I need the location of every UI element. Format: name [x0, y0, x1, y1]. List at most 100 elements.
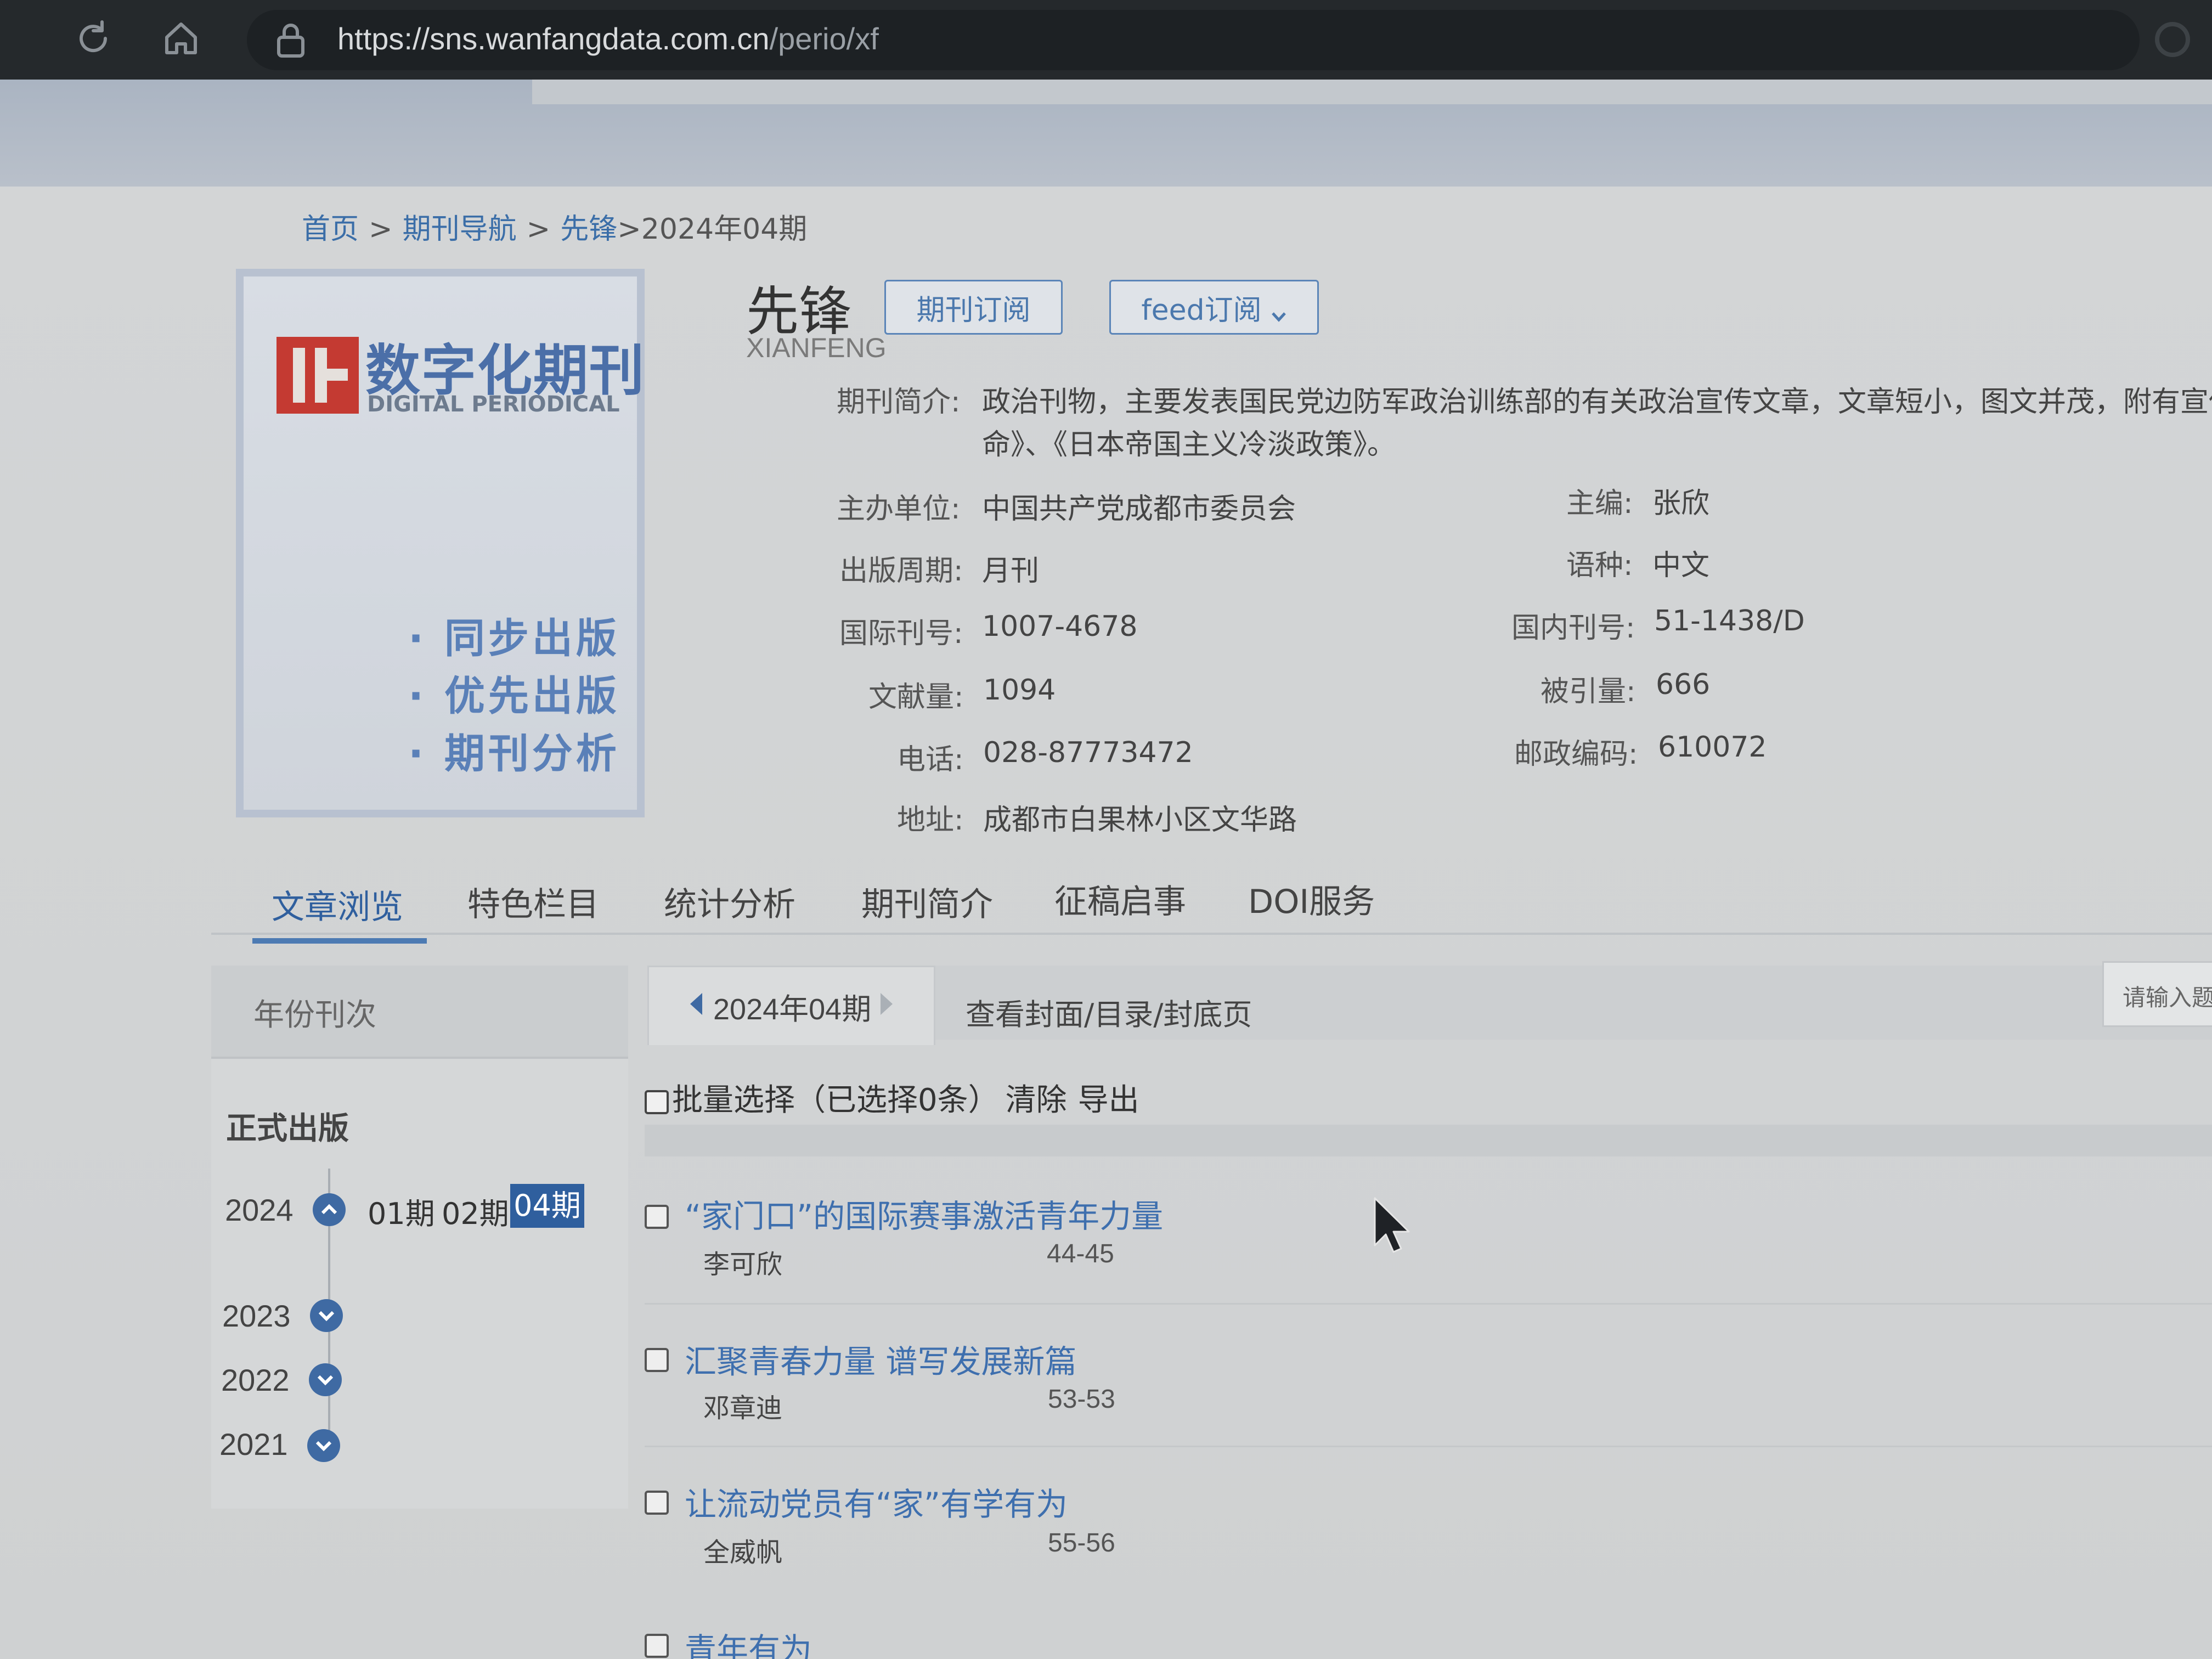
chevron-down-icon [1271, 299, 1287, 322]
article-title[interactable]: 让流动党员有“家”有学有为 [685, 1479, 1068, 1525]
tab-call-for-papers[interactable]: 征稿启事 [1054, 875, 1186, 923]
language-label: 语种: [1566, 549, 1633, 582]
tab-doi-service[interactable]: DOI服务 [1248, 875, 1375, 923]
frequency-label: 出版周期: [839, 555, 963, 588]
previous-issue-icon[interactable] [690, 993, 702, 1015]
address-value: 成都市白果林小区文华路 [983, 804, 1297, 837]
mouse-cursor-icon [1372, 1196, 1415, 1256]
intro-text-line1: 政治刊物，主要发表国民党边防军政治训练部的有关政治宣传文章，文章短小，图文并茂，… [982, 386, 2212, 419]
url-text[interactable]: https://sns.wanfangdata.com.cn/perio/xf [337, 21, 879, 57]
tab-featured-columns[interactable]: 特色栏目 [467, 878, 599, 926]
docs-value: 1094 [983, 674, 1056, 707]
list-item: 汇聚青春力量 谱写发展新篇 邓章迪 53-53 [642, 1336, 2212, 1479]
tabs-divider [211, 933, 2212, 935]
current-issue-label: 2024年04期 [713, 993, 872, 1026]
breadcrumb-home[interactable]: 首页 [302, 213, 359, 246]
chevron-up-icon[interactable] [313, 1193, 346, 1226]
frequency-value: 月刊 [982, 555, 1040, 588]
year-2022[interactable]: 2022 [221, 1362, 290, 1398]
intro-text-line2: 命》、《日本帝国主义冷淡政策》。 [982, 428, 1396, 461]
postcode-label: 邮政编码: [1514, 738, 1638, 771]
issn-label: 国际刊号: [839, 617, 963, 650]
article-author[interactable]: 邓章迪 [703, 1386, 782, 1425]
issue-04-selected[interactable]: 04期 [510, 1184, 584, 1228]
address-label: 地址: [897, 804, 964, 837]
cover-feature: · 优先出版 [408, 673, 620, 720]
feed-label: feed订阅 [1141, 294, 1262, 327]
export-button[interactable]: 导出 [1078, 1082, 1139, 1118]
chevron-down-icon[interactable] [307, 1429, 340, 1462]
article-checkbox[interactable] [645, 1634, 669, 1658]
docs-label: 文献量: [868, 681, 964, 714]
postcode-value: 610072 [1658, 731, 1767, 764]
sidebar-title: 年份刊次 [253, 997, 376, 1033]
tab-statistics[interactable]: 统计分析 [664, 878, 795, 926]
lock-icon[interactable] [274, 21, 307, 59]
active-tab-indicator [252, 938, 427, 944]
sponsor-label: 主办单位: [837, 493, 961, 526]
feed-subscribe-button[interactable]: feed订阅 [1109, 280, 1319, 335]
article-checkbox[interactable] [645, 1491, 669, 1515]
phone-value: 028-87773472 [983, 736, 1193, 769]
editor-label: 主编: [1566, 487, 1633, 520]
url-host: https://sns.wanfangdata.com.cn [337, 21, 770, 56]
language-value: 中文 [1652, 549, 1710, 582]
issn-value: 1007-4678 [982, 610, 1138, 643]
issue-02[interactable]: 02期 [442, 1189, 509, 1233]
breadcrumb-journal[interactable]: 先锋 [560, 213, 617, 246]
breadcrumb-journal-nav[interactable]: 期刊导航 [403, 213, 517, 246]
batch-select-checkbox[interactable] [645, 1090, 669, 1114]
breadcrumb: 首页 > 期刊导航 > 先锋>2024年04期 [302, 206, 807, 247]
journal-pinyin: XIANFENG [746, 332, 887, 363]
issue-01[interactable]: 01期 [368, 1189, 435, 1233]
journal-subscribe-button[interactable]: 期刊订阅 [884, 280, 1063, 335]
digital-periodical-logo-icon [276, 337, 359, 414]
next-issue-icon[interactable] [881, 993, 893, 1015]
year-2024[interactable]: 2024 [225, 1192, 294, 1228]
article-divider [645, 1303, 2212, 1305]
search-input[interactable]: 请输入题 [2102, 961, 2212, 1027]
article-divider [645, 1446, 2212, 1447]
clear-button[interactable]: 清除 [1006, 1082, 1067, 1118]
list-item: “家门口”的国际赛事激活青年力量 李可欣 44-45 [642, 1190, 2212, 1333]
article-pages: 44-45 [1047, 1239, 1114, 1268]
extension-icon[interactable] [2155, 22, 2190, 57]
article-checkbox[interactable] [645, 1348, 669, 1372]
chevron-down-icon[interactable] [309, 1363, 342, 1396]
formal-publication-label: 正式出版 [226, 1111, 349, 1147]
cited-value: 666 [1656, 668, 1711, 701]
batch-select-text: 批量选择（已选择0条） [672, 1082, 999, 1118]
chevron-down-icon[interactable] [310, 1299, 343, 1332]
article-checkbox[interactable] [645, 1205, 669, 1229]
article-title[interactable]: 汇聚青春力量 谱写发展新篇 [685, 1336, 1076, 1382]
subscribe-label: 期刊订阅 [916, 294, 1031, 327]
journal-cover: 数字化期刊 DIGITAL PERIODICAL · 同步出版 · 优先出版 ·… [236, 269, 645, 817]
view-cover-toc-link[interactable]: 查看封面/目录/封底页 [966, 990, 1252, 1034]
article-title[interactable]: 青年有为 [685, 1624, 812, 1659]
tab-journal-intro[interactable]: 期刊简介 [861, 878, 993, 926]
cover-logo-subtext: DIGITAL PERIODICAL [367, 392, 620, 417]
year-2021[interactable]: 2021 [219, 1426, 288, 1462]
home-icon[interactable] [159, 16, 203, 60]
cn-label: 国内刊号: [1511, 612, 1635, 645]
list-item: 让流动党员有“家”有学有为 全威帆 55-56 [642, 1479, 2212, 1621]
article-title[interactable]: “家门口”的国际赛事激活青年力量 [685, 1190, 1163, 1237]
year-2023[interactable]: 2023 [222, 1298, 291, 1334]
header-strip [532, 80, 2212, 104]
editor-value: 张欣 [1652, 487, 1710, 520]
cited-label: 被引量: [1541, 675, 1636, 708]
article-author[interactable]: 李可欣 [703, 1243, 782, 1281]
list-divider [645, 1125, 2212, 1156]
article-pages: 55-56 [1048, 1528, 1115, 1558]
article-author[interactable]: 全威帆 [703, 1531, 782, 1569]
article-pages: 53-53 [1048, 1385, 1115, 1414]
tab-article-browse[interactable]: 文章浏览 [272, 881, 403, 928]
list-item: 青年有为 [642, 1624, 2212, 1659]
breadcrumb-separator: > [369, 213, 393, 246]
url-path: /perio/xf [769, 21, 879, 56]
cover-feature: · 同步出版 [408, 615, 620, 662]
cover-feature: · 期刊分析 [408, 730, 620, 777]
sponsor-value: 中国共产党成都市委员会 [982, 493, 1296, 526]
reload-icon[interactable] [71, 16, 115, 60]
breadcrumb-current: >2024年04期 [617, 213, 808, 246]
